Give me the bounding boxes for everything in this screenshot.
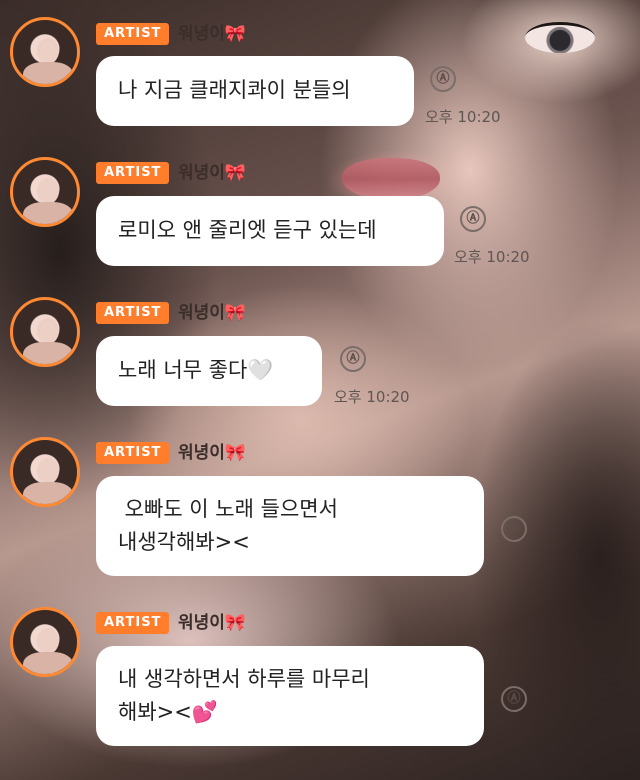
avatar[interactable] [10, 437, 80, 507]
artist-badge: ARTIST [96, 162, 170, 184]
sender-name: 워녕이🎀 [178, 443, 247, 463]
avatar[interactable] [10, 17, 80, 87]
message-line: 로미오 앤 줄리엣 듣구 있는데 [118, 218, 377, 242]
background-lips [342, 158, 440, 200]
reply-icon[interactable]: Ⓐ [340, 346, 366, 372]
message-line: 나 지금 클래지콰이 분들의 [118, 78, 351, 102]
artist-badge: ARTIST [96, 442, 170, 464]
reply-icon[interactable]: Ⓐ [460, 206, 486, 232]
message-line: 내생각해봐>< [118, 530, 250, 554]
message-line: 내 생각하면서 하루를 마무리 [118, 667, 370, 691]
message-bubble[interactable]: 로미오 앤 줄리엣 듣구 있는데 [96, 196, 444, 266]
message-bubble[interactable]: 오빠도 이 노래 들으면서 내생각해봐>< [96, 476, 484, 576]
message-time: 오후 10:20 [454, 248, 530, 266]
sender-name: 워녕이🎀 [178, 24, 247, 44]
message-bubble[interactable]: 내 생각하면서 하루를 마무리 해봐><💕 [96, 646, 484, 746]
avatar[interactable] [10, 607, 80, 677]
message-line: 노래 너무 좋다🤍 [118, 358, 274, 382]
message-line: 해봐><💕 [118, 700, 218, 724]
sender-name: 워녕이🎀 [178, 613, 247, 633]
artist-badge: ARTIST [96, 23, 170, 45]
message-time: 오후 10:20 [425, 108, 501, 126]
message-line: 오빠도 이 노래 들으면서 [118, 497, 338, 521]
avatar[interactable] [10, 157, 80, 227]
artist-badge: ARTIST [96, 612, 170, 634]
background-eye [525, 22, 595, 53]
message-bubble[interactable]: 나 지금 클래지콰이 분들의 [96, 56, 414, 126]
sender-name: 워녕이🎀 [178, 163, 247, 183]
reply-icon[interactable]: Ⓐ [501, 516, 527, 542]
reply-icon[interactable]: Ⓐ [430, 66, 456, 92]
sender-name: 워녕이🎀 [178, 303, 247, 323]
reply-icon[interactable]: Ⓐ [501, 686, 527, 712]
message-time: 오후 10:20 [334, 388, 410, 406]
avatar[interactable] [10, 297, 80, 367]
artist-badge: ARTIST [96, 302, 170, 324]
message-bubble[interactable]: 노래 너무 좋다🤍 [96, 336, 322, 406]
